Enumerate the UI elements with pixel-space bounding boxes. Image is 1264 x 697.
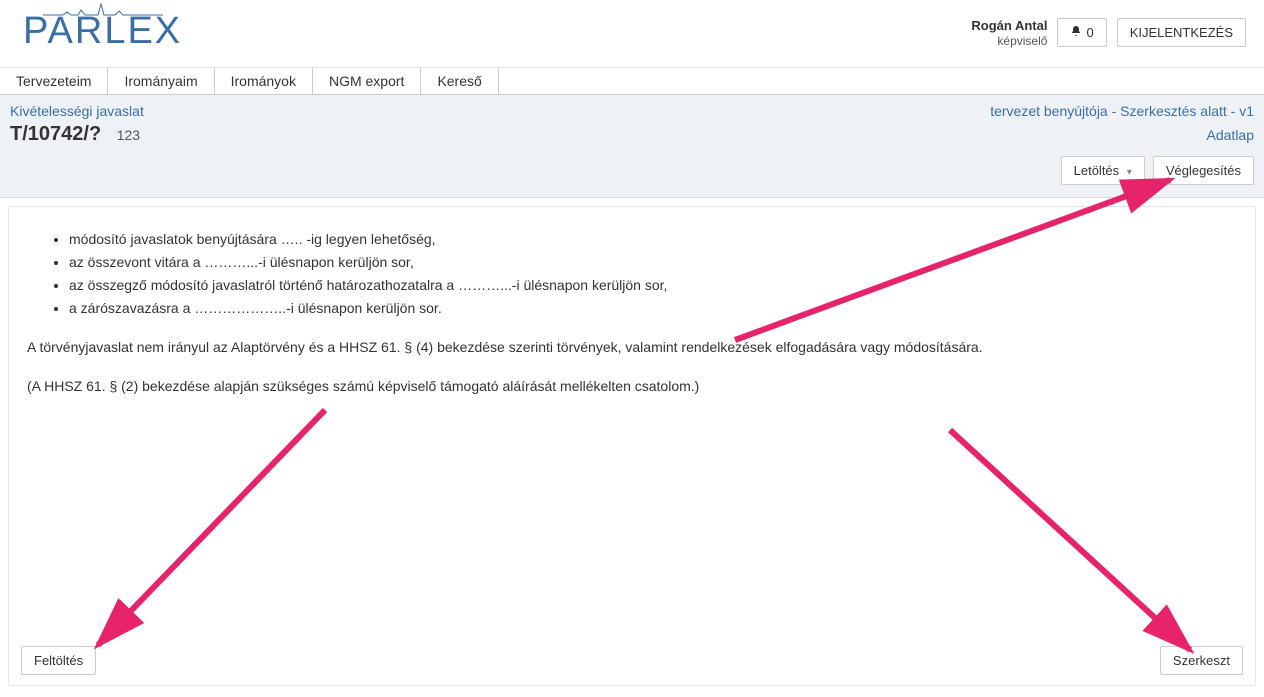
doc-id-main: T/10742/? bbox=[10, 123, 101, 145]
logout-button[interactable]: KIJELENTKEZÉS bbox=[1117, 18, 1246, 47]
edit-button[interactable]: Szerkeszt bbox=[1160, 646, 1243, 675]
tab-iromanyaim[interactable]: Irományaim bbox=[108, 68, 214, 94]
user-name: Rogán Antal bbox=[971, 18, 1047, 34]
download-label: Letöltés bbox=[1074, 163, 1120, 178]
user-role: képviselő bbox=[971, 34, 1047, 48]
list-item: az összevont vitára a ………...-i ülésnapon… bbox=[69, 252, 1243, 273]
notifications-button[interactable]: 0 bbox=[1057, 18, 1106, 47]
bullet-list: módosító javaslatok benyújtására ….. -ig… bbox=[69, 229, 1243, 319]
download-button[interactable]: Letöltés ▾ bbox=[1061, 156, 1145, 185]
content-wrap: módosító javaslatok benyújtására ….. -ig… bbox=[0, 198, 1264, 694]
list-item: módosító javaslatok benyújtására ….. -ig… bbox=[69, 229, 1243, 250]
skyline-icon bbox=[43, 2, 163, 16]
list-item: a zárószavazásra a ………………..-i ülésnapon … bbox=[69, 298, 1243, 319]
notification-count: 0 bbox=[1086, 25, 1093, 40]
header-right: Rogán Antal képviselő 0 KIJELENTKEZÉS bbox=[971, 0, 1256, 48]
app-header: PARLEX Rogán Antal képviselő 0 KIJELENTK… bbox=[0, 0, 1264, 68]
list-item: az összegző módosító javaslatról történő… bbox=[69, 275, 1243, 296]
chevron-down-icon: ▾ bbox=[1127, 167, 1132, 178]
subheader: Kivételességi javaslat tervezet benyújtó… bbox=[0, 95, 1264, 198]
paragraph-1: A törvényjavaslat nem irányul az Alaptör… bbox=[27, 337, 1243, 358]
bell-icon bbox=[1070, 25, 1082, 40]
document-id: T/10742/? 123 bbox=[10, 123, 140, 146]
tab-tervezeteim[interactable]: Tervezeteim bbox=[0, 68, 108, 94]
adatlap-link[interactable]: Adatlap bbox=[1207, 127, 1254, 143]
brand-logo: PARLEX bbox=[8, 0, 197, 53]
upload-button[interactable]: Feltöltés bbox=[21, 646, 96, 675]
tab-kereso[interactable]: Kereső bbox=[421, 68, 498, 94]
menubar: Tervezeteim Irományaim Irományok NGM exp… bbox=[0, 68, 1264, 95]
tab-ngm-export[interactable]: NGM export bbox=[313, 68, 421, 94]
tab-iromanyok[interactable]: Irományok bbox=[215, 68, 313, 94]
content-panel: módosító javaslatok benyújtására ….. -ig… bbox=[8, 206, 1256, 686]
doc-id-sub: 123 bbox=[117, 127, 140, 143]
user-block: Rogán Antal képviselő bbox=[971, 18, 1047, 48]
finalize-button[interactable]: Véglegesítés bbox=[1153, 156, 1254, 185]
panel-footer: Feltöltés Szerkeszt bbox=[21, 646, 1243, 675]
paragraph-2: (A HHSZ 61. § (2) bekezdése alapján szük… bbox=[27, 376, 1243, 397]
breadcrumb[interactable]: Kivételességi javaslat bbox=[10, 103, 144, 119]
brand-text: PARLEX bbox=[23, 10, 182, 52]
status-text: tervezet benyújtója - Szerkesztés alatt … bbox=[990, 103, 1254, 119]
